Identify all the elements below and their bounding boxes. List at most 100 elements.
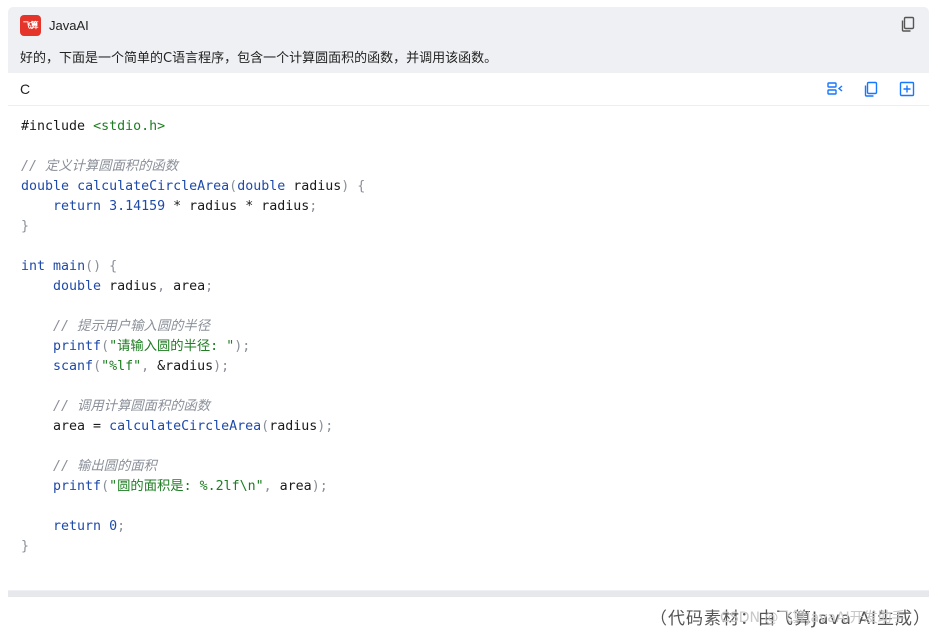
new-file-button[interactable] [898, 80, 916, 98]
code-token: radius [269, 419, 318, 434]
code-token: ( [101, 339, 110, 354]
code-token: area [165, 279, 206, 294]
code-line: } [21, 537, 365, 557]
insert-to-editor-button[interactable] [826, 80, 844, 98]
code-block: C #include <stdio.h> // 定义计算圆面积的函数 doubl… [8, 73, 929, 590]
code-token: "圆的面积是: %.2lf\n" [109, 479, 264, 494]
code-token: return [53, 519, 102, 534]
app-title: JavaAI [49, 18, 89, 33]
code-token: 0 [109, 519, 118, 534]
code-line: double calculateCircleArea(double radius… [21, 177, 365, 197]
code-line: printf("圆的面积是: %.2lf\n", area); [21, 477, 365, 497]
code-token: printf [53, 479, 102, 494]
code-token: double [53, 279, 102, 294]
code-token: printf [53, 339, 102, 354]
code-token: <stdio.h> [93, 119, 166, 134]
code-token: ( [229, 179, 238, 194]
code-token: "%lf" [101, 359, 142, 374]
code-token: , [141, 359, 150, 374]
csdn-watermark: CSDN @飞算JavaAI开发助手 [720, 610, 906, 626]
code-token: radius [285, 179, 342, 194]
code-token: // 调用计算圆面积的函数 [53, 399, 211, 414]
code-toolbar: C [8, 73, 929, 106]
code-line: // 输出圆的面积 [21, 457, 365, 477]
assistant-message: 好的，下面是一个简单的C语言程序，包含一个计算圆面积的函数，并调用该函数。 [20, 51, 498, 66]
code-token: 3.14159 [109, 199, 166, 214]
code-token: ); [213, 359, 230, 374]
code-line: return 0; [21, 517, 365, 537]
code-line: scanf("%lf", &radius); [21, 357, 365, 377]
code-token: return [53, 199, 102, 214]
code-token: scanf [53, 359, 94, 374]
code-content[interactable]: #include <stdio.h> // 定义计算圆面积的函数 double ca… [21, 117, 365, 557]
code-line: printf("请输入圆的半径: "); [21, 337, 365, 357]
code-line: } [21, 217, 365, 237]
code-token: ); [311, 479, 328, 494]
code-token: calculateCircleArea [109, 419, 262, 434]
code-token: ( [261, 419, 270, 434]
code-line: return 3.14159 * radius * radius; [21, 197, 365, 217]
code-line: #include <stdio.h> [21, 117, 365, 137]
code-token: area [271, 479, 312, 494]
code-line: // 调用计算圆面积的函数 [21, 397, 365, 417]
code-token: calculateCircleArea [77, 179, 230, 194]
message-header: 飞算 JavaAI 好的，下面是一个简单的C语言程序，包含一个计算圆面积的函数，… [8, 7, 929, 73]
code-token: ; [117, 519, 126, 534]
copy-code-button[interactable] [862, 80, 880, 98]
code-token: ; [205, 279, 214, 294]
copy-icon [864, 81, 878, 97]
panel-footer-divider [8, 591, 929, 597]
code-token: ) { [341, 179, 366, 194]
code-token: &radius [149, 359, 214, 374]
code-token: } [21, 219, 30, 234]
code-token: } [21, 539, 30, 554]
code-token: // 提示用户输入圆的半径 [53, 319, 211, 334]
new-file-icon [899, 81, 915, 97]
code-token: () { [85, 259, 118, 274]
code-line: area = calculateCircleArea(radius); [21, 417, 365, 437]
code-token: ( [93, 359, 102, 374]
code-token: double [237, 179, 286, 194]
copy-message-button[interactable] [899, 15, 917, 33]
code-line: // 定义计算圆面积的函数 [21, 157, 365, 177]
code-token: , [263, 479, 272, 494]
code-token: int [21, 259, 46, 274]
code-line: // 提示用户输入圆的半径 [21, 317, 365, 337]
code-token: // 输出圆的面积 [53, 459, 157, 474]
code-token: main [53, 259, 86, 274]
code-token: ); [234, 339, 251, 354]
code-token: area = [21, 419, 110, 434]
code-token: // 定义计算圆面积的函数 [21, 159, 178, 174]
app-logo: 飞算 [20, 15, 41, 36]
insert-code-icon [827, 82, 843, 95]
code-token: radius [101, 279, 158, 294]
copy-icon [901, 16, 915, 32]
code-token: #include [21, 119, 94, 134]
code-token: * radius * radius [165, 199, 310, 214]
chat-message-panel: 飞算 JavaAI 好的，下面是一个简单的C语言程序，包含一个计算圆面积的函数，… [8, 7, 929, 597]
code-token: double [21, 179, 70, 194]
code-language-label: C [20, 81, 31, 97]
code-token: "请输入圆的半径: " [109, 339, 235, 354]
code-token: , [157, 279, 166, 294]
code-line: double radius, area; [21, 277, 365, 297]
code-line: int main() { [21, 257, 365, 277]
code-token: ; [309, 199, 318, 214]
